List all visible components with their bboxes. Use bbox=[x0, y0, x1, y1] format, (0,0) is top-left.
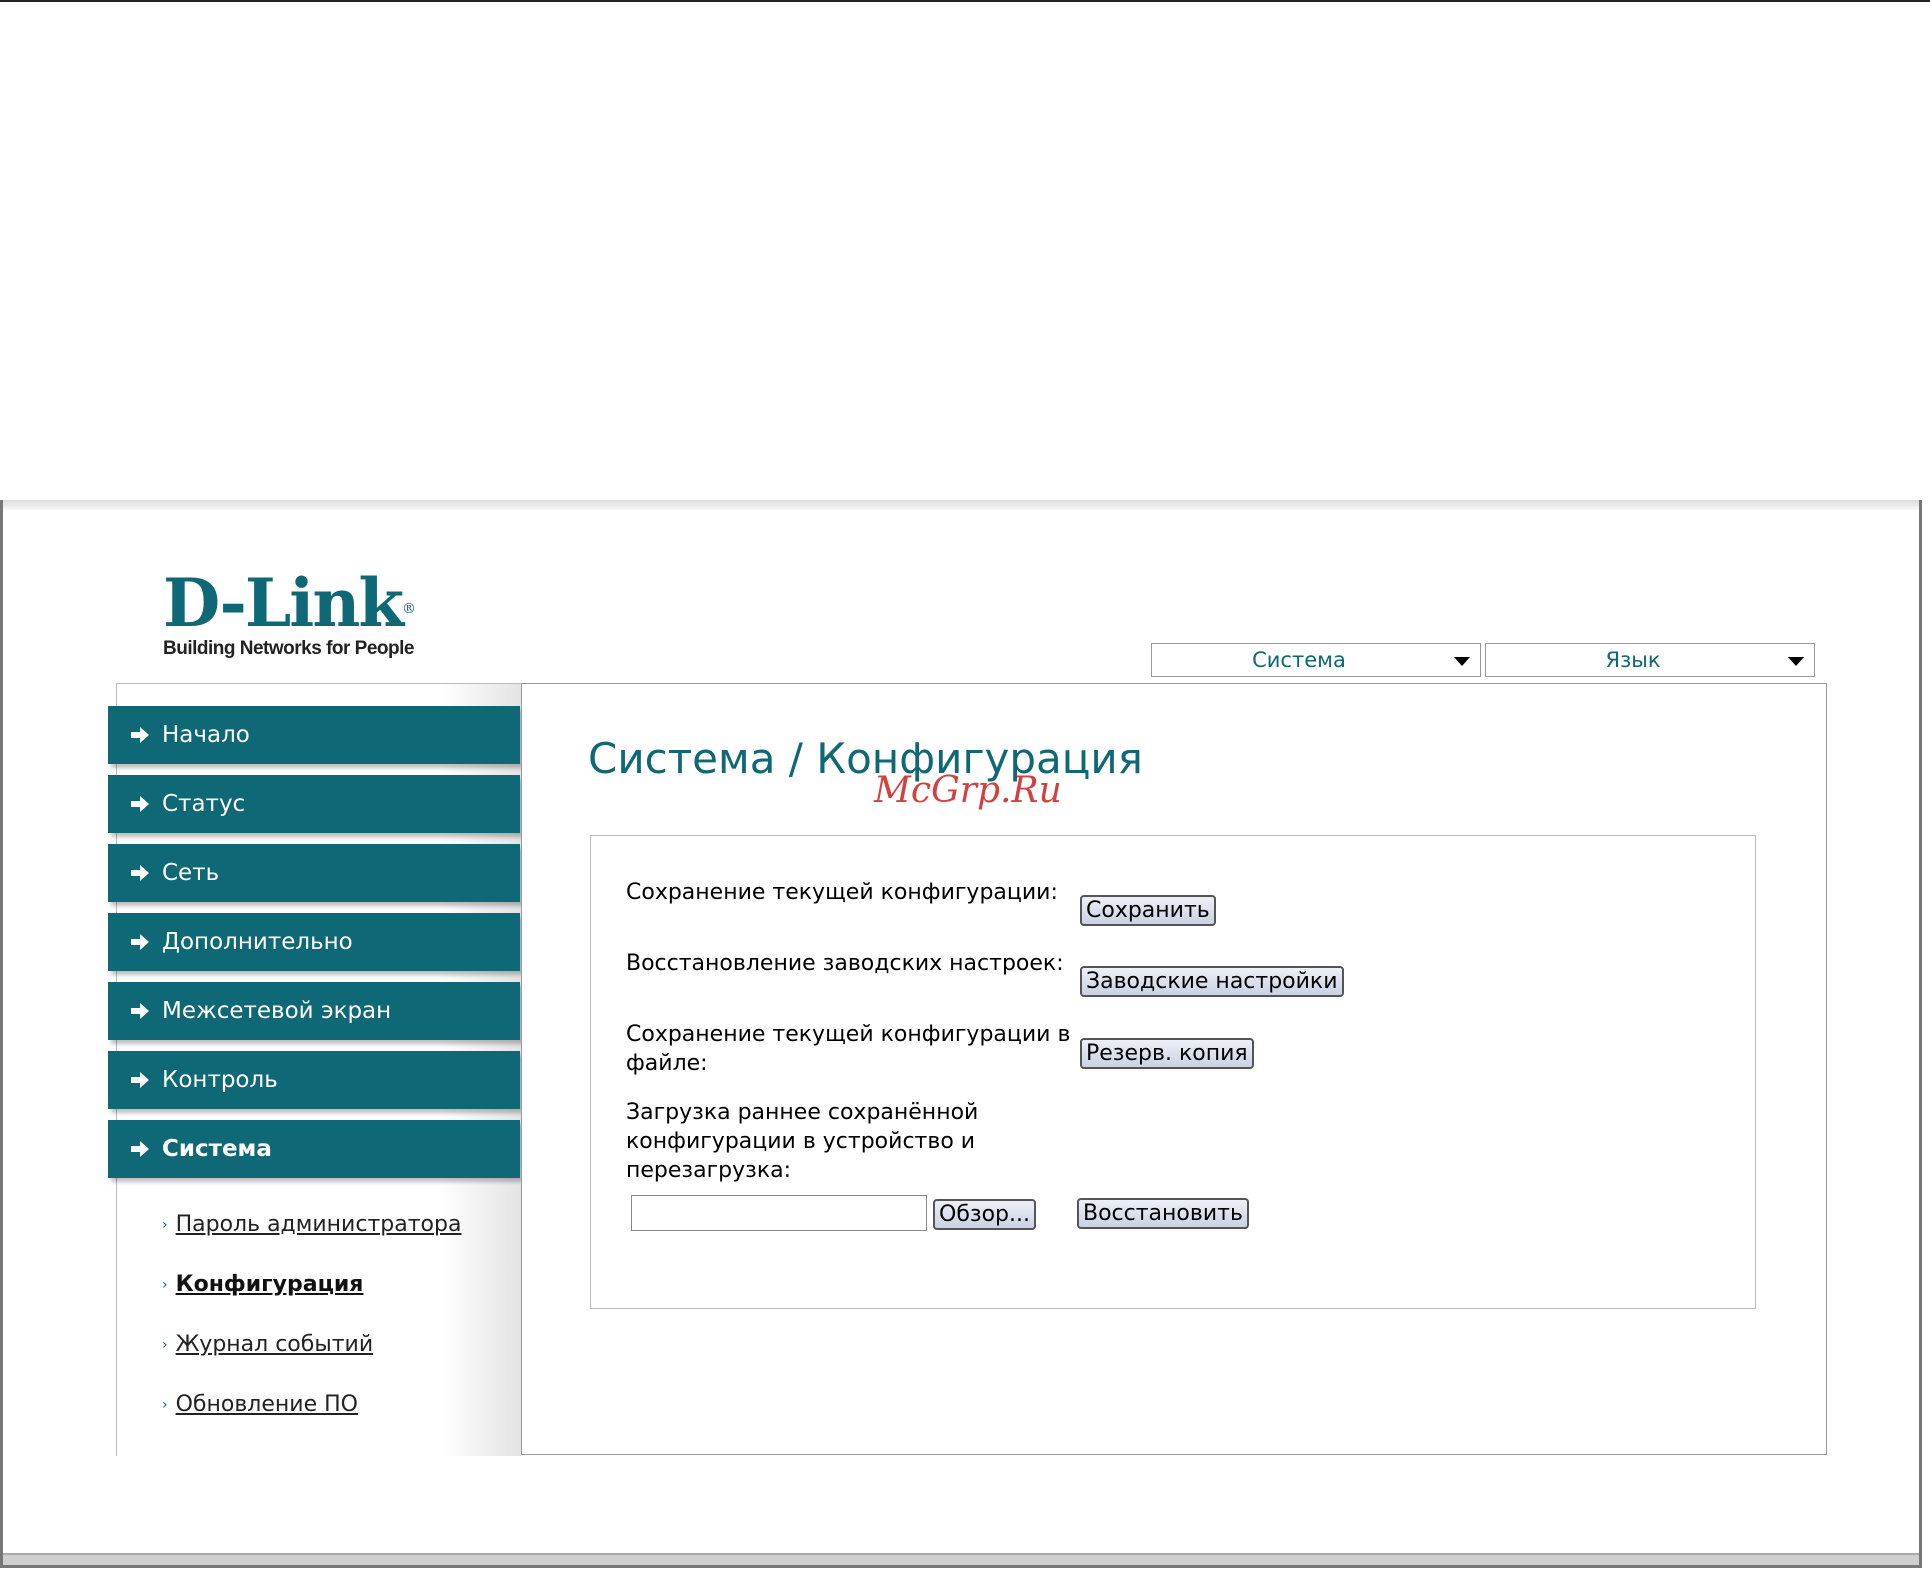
sidebar-item-label: Начало bbox=[162, 722, 250, 748]
sidebar-item-firewall[interactable]: Межсетевой экран bbox=[108, 982, 520, 1040]
logo-brand: D-Link bbox=[163, 564, 404, 642]
sidebar-item-label: Система bbox=[162, 1136, 272, 1162]
system-menu-label: Система bbox=[1252, 648, 1346, 672]
sidebar-item-status[interactable]: Статус bbox=[108, 775, 520, 833]
subitem-event-log[interactable]: › Журнал событий bbox=[162, 1332, 373, 1357]
sidebar-item-label: Дополнительно bbox=[162, 929, 353, 955]
browse-button[interactable]: Обзор... bbox=[933, 1199, 1036, 1230]
sidebar-item-label: Межсетевой экран bbox=[162, 998, 392, 1024]
logo-registered: ® bbox=[402, 601, 416, 617]
language-menu-dropdown[interactable]: Язык bbox=[1485, 643, 1815, 677]
bullet-icon: › bbox=[162, 1277, 168, 1293]
restore-label-line3: перезагрузка: bbox=[626, 1158, 792, 1183]
backup-button[interactable]: Резерв. копия bbox=[1080, 1038, 1254, 1069]
backup-label-line2: файле: bbox=[626, 1051, 708, 1076]
browser-window: D-Link® Building Networks for People Сис… bbox=[0, 500, 1922, 1568]
arrow-right-icon bbox=[131, 865, 149, 881]
subitem-configuration[interactable]: › Конфигурация bbox=[162, 1272, 363, 1297]
restore-label-line1: Загрузка раннее сохранённой bbox=[626, 1100, 979, 1125]
subitem-link[interactable]: Пароль администратора bbox=[176, 1212, 462, 1237]
subitem-firmware-update[interactable]: › Обновление ПО bbox=[162, 1392, 358, 1417]
restore-label-line2: конфигурации в устройство и bbox=[626, 1129, 976, 1154]
logo-tagline: Building Networks for People bbox=[163, 638, 414, 659]
sidebar-item-label: Статус bbox=[162, 791, 246, 817]
arrow-right-icon bbox=[131, 934, 149, 950]
language-menu-label: Язык bbox=[1605, 648, 1661, 672]
restore-button[interactable]: Восстановить bbox=[1077, 1198, 1249, 1229]
bullet-icon: › bbox=[162, 1397, 168, 1413]
dlink-logo: D-Link® Building Networks for People bbox=[163, 570, 416, 660]
arrow-right-icon bbox=[131, 1141, 149, 1157]
sidebar-item-label: Сеть bbox=[162, 860, 220, 886]
sidebar-item-control[interactable]: Контроль bbox=[108, 1051, 520, 1109]
chevron-down-icon bbox=[1454, 657, 1470, 666]
main-content: Система / Конфигурация McGrp.Ru Сохранен… bbox=[521, 683, 1827, 1455]
subitem-link[interactable]: Конфигурация bbox=[176, 1272, 364, 1297]
subitem-link[interactable]: Обновление ПО bbox=[176, 1392, 358, 1417]
arrow-right-icon bbox=[131, 1003, 149, 1019]
save-config-label: Сохранение текущей конфигурации: bbox=[626, 880, 1058, 905]
sidebar-item-start[interactable]: Начало bbox=[108, 706, 520, 764]
configuration-panel: Сохранение текущей конфигурации: Сохрани… bbox=[590, 835, 1756, 1309]
config-file-input[interactable] bbox=[631, 1195, 927, 1231]
window-bottom-bar bbox=[3, 1553, 1919, 1565]
bullet-icon: › bbox=[162, 1217, 168, 1233]
screen-top-border bbox=[0, 0, 1930, 2]
factory-reset-button[interactable]: Заводские настройки bbox=[1080, 966, 1344, 997]
subitem-admin-password[interactable]: › Пароль администратора bbox=[162, 1212, 461, 1237]
sidebar: Начало Статус Сеть Дополнительно Межсете… bbox=[108, 683, 521, 1456]
sidebar-item-network[interactable]: Сеть bbox=[108, 844, 520, 902]
save-button[interactable]: Сохранить bbox=[1080, 895, 1216, 926]
arrow-right-icon bbox=[131, 796, 149, 812]
subitem-link[interactable]: Журнал событий bbox=[176, 1332, 374, 1357]
system-menu-dropdown[interactable]: Система bbox=[1151, 643, 1481, 677]
factory-reset-label: Восстановление заводских настроек: bbox=[626, 951, 1064, 976]
window-top-shade bbox=[3, 500, 1919, 510]
sidebar-item-system[interactable]: Система bbox=[108, 1120, 520, 1178]
arrow-right-icon bbox=[131, 727, 149, 743]
backup-label-line1: Сохранение текущей конфигурации в bbox=[626, 1022, 1071, 1047]
sidebar-item-advanced[interactable]: Дополнительно bbox=[108, 913, 520, 971]
watermark: McGrp.Ru bbox=[874, 770, 1062, 811]
sidebar-item-label: Контроль bbox=[162, 1067, 278, 1093]
arrow-right-icon bbox=[131, 1072, 149, 1088]
chevron-down-icon bbox=[1788, 657, 1804, 666]
bullet-icon: › bbox=[162, 1337, 168, 1353]
